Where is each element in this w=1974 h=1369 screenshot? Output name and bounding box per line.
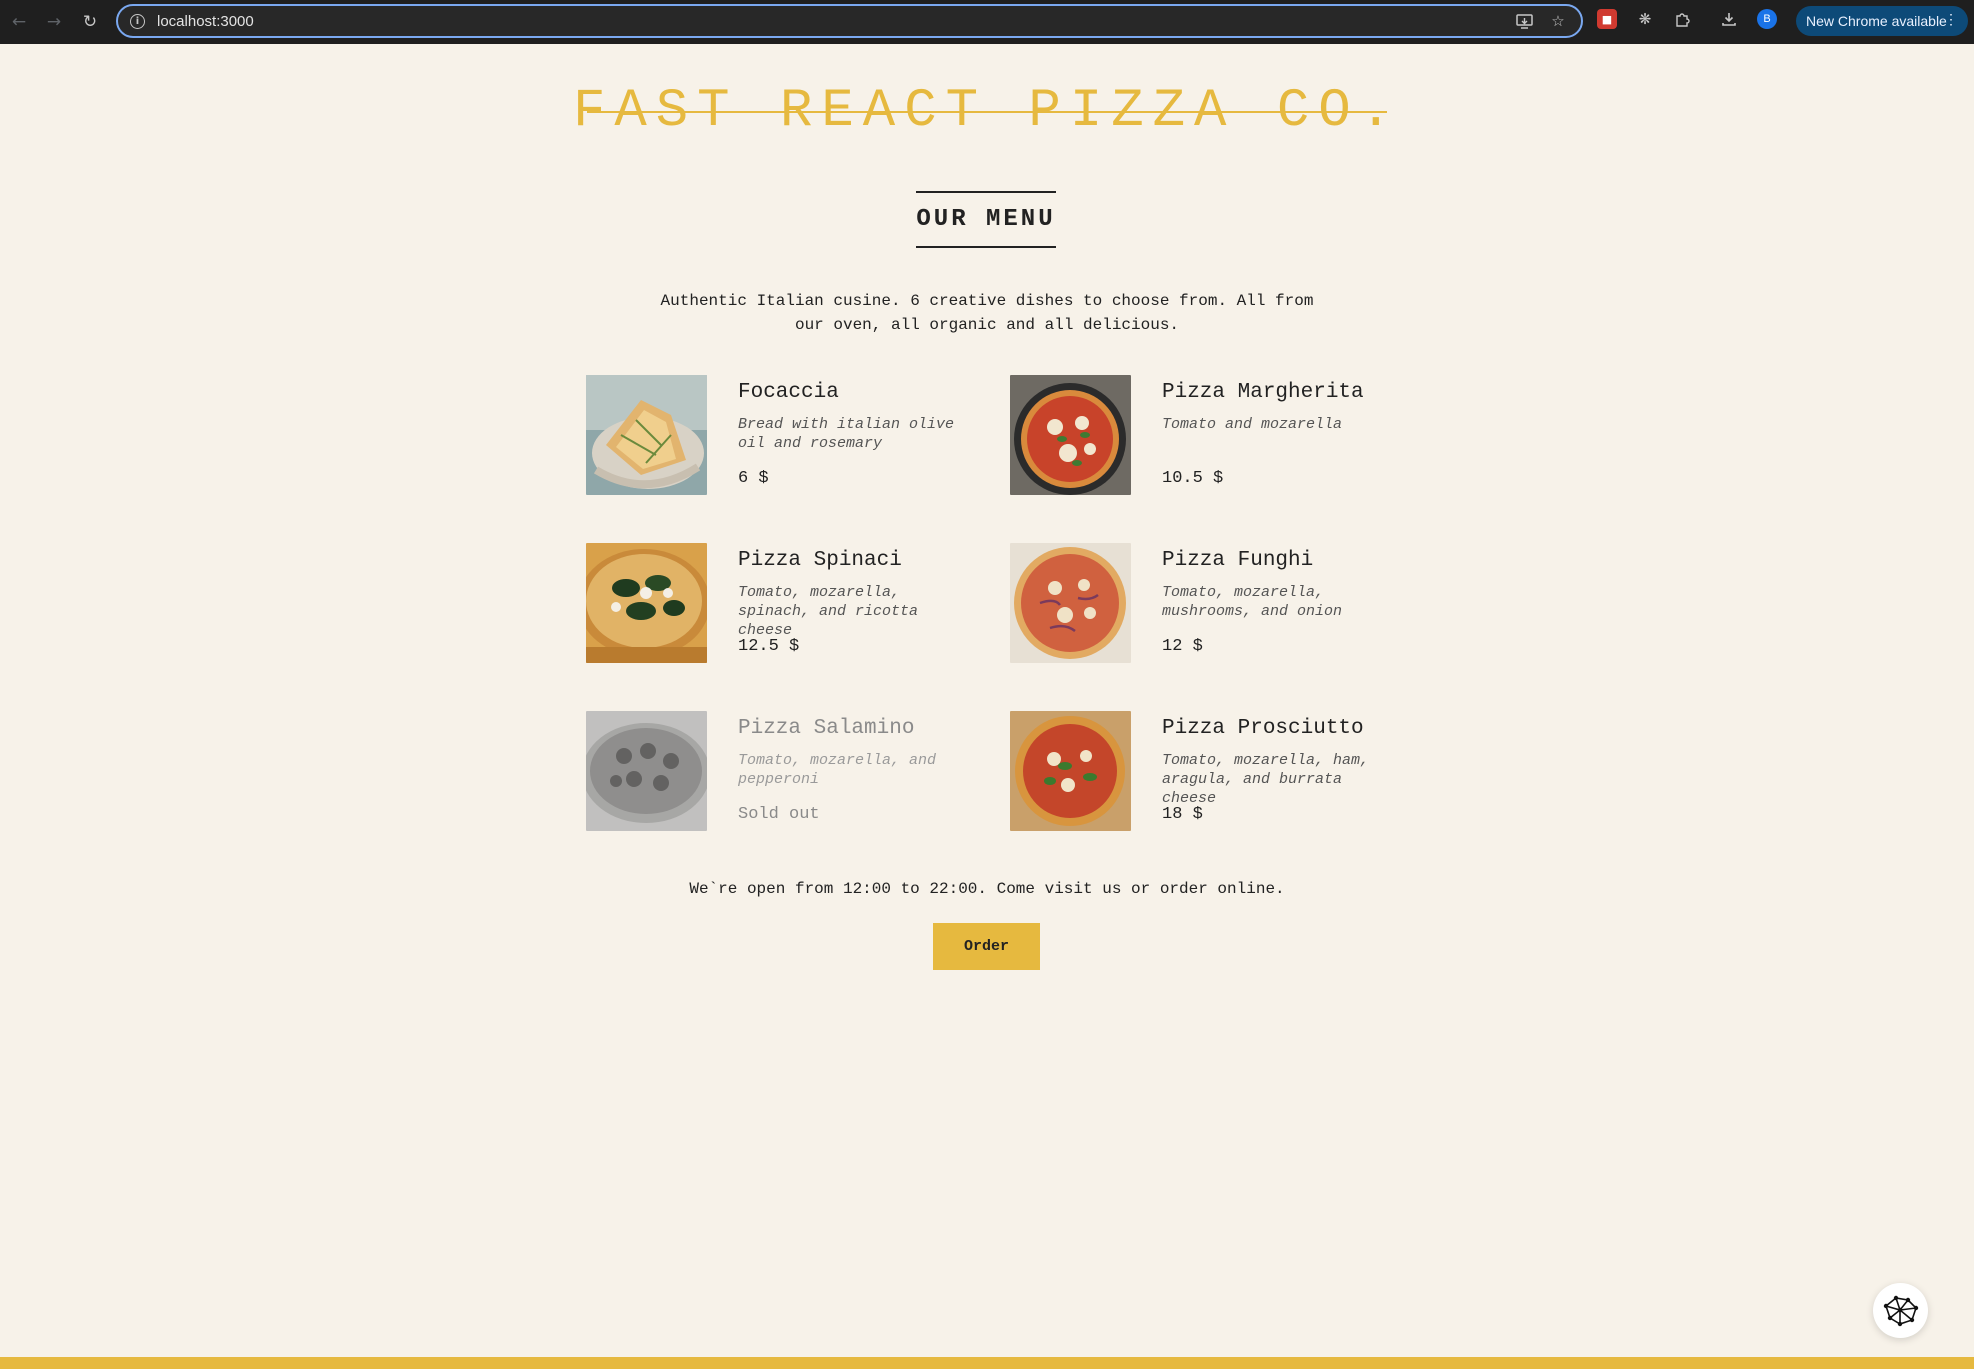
logo-text: FAST REACT PIZZA CO.	[572, 80, 1402, 142]
download-icon[interactable]	[1719, 9, 1739, 29]
spinaci-image	[586, 543, 707, 663]
menu-item: Pizza Prosciutto Tomato, mozarella, ham,…	[1010, 711, 1386, 831]
site-logo[interactable]: FAST REACT PIZZA CO.	[573, 78, 1392, 144]
menu-item: Pizza Spinaci Tomato, mozarella, spinach…	[586, 543, 1010, 663]
extension-red-icon[interactable]: ■	[1597, 9, 1617, 29]
menu-item-ingredients: Tomato and mozarella	[1162, 416, 1343, 433]
extensions-puzzle-icon[interactable]	[1673, 9, 1693, 29]
menu-item: Pizza Margherita Tomato and mozarella 10…	[1010, 375, 1386, 495]
menu-item-price: 12.5 $	[738, 637, 800, 656]
menu-item-name: Pizza Salamino	[738, 717, 915, 740]
opening-hours: We`re open from 12:00 to 22:00. Come vis…	[689, 880, 1285, 898]
menu-item-name: Pizza Spinaci	[738, 549, 902, 572]
menu-item-ingredients: Tomato, mozarella, mushrooms, and onion	[1162, 584, 1343, 620]
forward-arrow-icon[interactable]: →	[41, 9, 67, 35]
margherita-image	[1010, 375, 1131, 495]
more-vertical-icon[interactable]: ⋮	[1944, 11, 1958, 28]
chrome-update-button[interactable]: New Chrome available ⋮	[1796, 6, 1968, 36]
menu-item-ingredients: Tomato, mozarella, spinach, and ricotta …	[738, 584, 919, 639]
order-button[interactable]: Order	[933, 923, 1040, 970]
menu-item-ingredients: Tomato, mozarella, and pepperoni	[738, 752, 937, 788]
menu-item-price: 6 $	[738, 469, 769, 488]
funghi-image	[1010, 543, 1131, 663]
bookmark-star-icon[interactable]: ☆	[1549, 12, 1567, 30]
menu-item-price: 18 $	[1162, 805, 1203, 824]
assistant-network-icon[interactable]	[1873, 1283, 1928, 1338]
chrome-update-label: New Chrome available	[1806, 13, 1947, 29]
menu-item: Pizza Funghi Tomato, mozarella, mushroom…	[1010, 543, 1386, 663]
back-arrow-icon[interactable]: ←	[6, 9, 32, 35]
menu-title: OUR MENU	[916, 191, 1056, 248]
focaccia-image	[586, 375, 707, 495]
menu-item-name: Pizza Funghi	[1162, 549, 1314, 572]
menu-item-ingredients: Tomato, mozarella, ham, aragula, and bur…	[1162, 752, 1370, 807]
menu-list: Focaccia Bread with italian olive oil an…	[586, 375, 1386, 831]
sold-out-label: Sold out	[738, 805, 820, 824]
extension-puzzle-dots-icon[interactable]: ❋	[1635, 9, 1655, 29]
menu-item-price: 12 $	[1162, 637, 1203, 656]
menu-item-name: Pizza Prosciutto	[1162, 717, 1364, 740]
address-bar[interactable]: i localhost:3000 ☆	[116, 4, 1583, 38]
reload-icon[interactable]: ↻	[77, 9, 103, 35]
menu-item-price: 10.5 $	[1162, 469, 1224, 488]
browser-toolbar: ← → ↻ i localhost:3000 ☆ ■ ❋ B New Chrom…	[0, 0, 1974, 44]
menu-item-ingredients: Bread with italian olive oil and rosemar…	[738, 416, 955, 452]
address-url[interactable]: localhost:3000	[157, 13, 254, 30]
menu-item-sold-out: Pizza Salamino Tomato, mozarella, and pe…	[586, 711, 1010, 831]
prosciutto-image	[1010, 711, 1131, 831]
install-app-icon[interactable]	[1515, 12, 1533, 30]
menu-item-name: Pizza Margherita	[1162, 381, 1364, 404]
profile-avatar[interactable]: B	[1757, 9, 1777, 29]
salamino-image	[586, 711, 707, 831]
menu-item: Focaccia Bread with italian olive oil an…	[586, 375, 1010, 495]
menu-item-name: Focaccia	[738, 381, 839, 404]
footer-accent-bar	[0, 1357, 1974, 1369]
menu-intro: Authentic Italian cusine. 6 creative dis…	[660, 292, 1314, 334]
site-info-icon[interactable]: i	[130, 13, 145, 29]
